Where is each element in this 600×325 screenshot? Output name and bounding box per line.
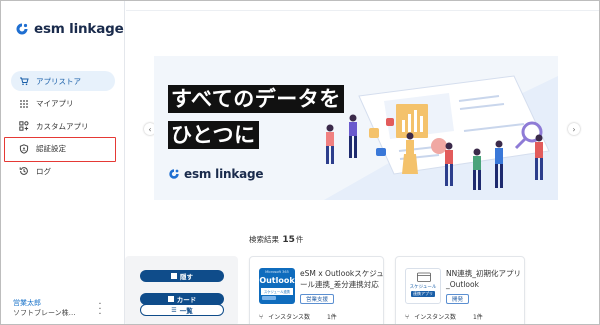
app-card-title: NN連携_初期化アプリ _Outlook	[446, 268, 536, 290]
hide-filter-button[interactable]: 隠す	[140, 270, 224, 282]
list-view-icon: ☰	[171, 306, 177, 314]
sidebar-nav: アプリストア マイアプリ カスタムアプリ 認証設定 ログ	[11, 71, 115, 184]
card-view-icon	[167, 296, 174, 302]
result-count-value: 15	[282, 235, 295, 245]
grid-icon	[19, 99, 29, 109]
instance-count: ⑂ インスタンス数 1件	[405, 312, 483, 322]
sidebar-item-logs[interactable]: ログ	[11, 161, 115, 181]
sidebar-item-my-apps[interactable]: マイアプリ	[11, 94, 115, 114]
app-card-title-line1: NN連携_初期化アプリ	[446, 269, 521, 278]
instance-count-label: インスタンス数	[268, 314, 310, 321]
schedule-app-icon	[417, 272, 431, 282]
thumb-subtitle: スケジュール連携	[261, 288, 293, 295]
user-org: ソフトブレーン株…	[13, 309, 76, 317]
app-card-title-line2: _Outlook	[446, 280, 479, 289]
category-tag: 開発	[446, 294, 470, 304]
app-card-title-line1: eSM x Outlookスケジュ	[300, 269, 384, 278]
banner-logo: esm linkage	[168, 167, 264, 181]
app-thumbnail: Microsoft 365 Outlook スケジュール連携	[259, 268, 295, 304]
promo-banner[interactable]: すべてのデータを ひとつに esm linkage	[154, 56, 558, 200]
custom-apps-icon	[19, 121, 29, 131]
shield-icon	[19, 143, 29, 154]
cart-icon	[19, 76, 29, 86]
logo-mark-icon	[169, 169, 179, 179]
sidebar: esm linkage アプリストア マイアプリ カスタムアプリ 認証設定 ログ…	[1, 1, 125, 324]
instance-icon: ⑂	[405, 312, 410, 321]
app-logo[interactable]: esm linkage	[15, 21, 124, 37]
sidebar-item-auth-settings[interactable]: 認証設定	[11, 139, 115, 159]
instance-count-value: 1件	[472, 314, 483, 321]
chevron-left-icon: ‹	[148, 124, 152, 134]
user-name: 営業太郎	[13, 299, 41, 307]
category-tag: 営業支援	[300, 294, 335, 304]
result-count: 検索結果 15件	[249, 234, 303, 245]
more-options-icon[interactable]: · · ·	[97, 300, 103, 320]
hide-filter-label: 隠す	[180, 273, 193, 281]
instance-icon: ⑂	[259, 312, 264, 321]
sidebar-item-app-store[interactable]: アプリストア	[11, 71, 115, 91]
app-card[interactable]: スケジュール 連携アプリ NN連携_初期化アプリ _Outlook 開発 ⑂ イ…	[395, 256, 525, 324]
result-count-suffix: 件	[295, 235, 304, 244]
banner-headline-line2: ひとつに	[168, 121, 259, 149]
hide-icon	[171, 273, 177, 279]
thumb-subtitle: 連携アプリ	[411, 291, 435, 297]
app-card-title: eSM x Outlookスケジュ ール連携_差分連携対応	[300, 268, 390, 290]
banner-logo-text: esm linkage	[184, 167, 264, 181]
app-name: esm linkage	[34, 21, 124, 37]
sidebar-item-label: マイアプリ	[36, 99, 74, 108]
carousel-next-button[interactable]: ›	[568, 123, 580, 135]
user-info[interactable]: 営業太郎 ソフトブレーン株…	[13, 298, 76, 318]
instance-count-label: インスタンス数	[414, 314, 456, 321]
sidebar-item-label: カスタムアプリ	[36, 121, 89, 131]
app-card-title-line2: ール連携_差分連携対応	[300, 280, 379, 289]
thumb-title: スケジュール	[409, 285, 437, 290]
list-view-label: 一覧	[179, 307, 193, 315]
history-icon	[19, 166, 29, 176]
filter-panel: 隠す カード ☰ 一覧	[125, 256, 238, 324]
sidebar-item-label: ログ	[36, 166, 51, 176]
list-view-button[interactable]: ☰ 一覧	[140, 304, 224, 316]
instance-count-value: 1件	[326, 314, 337, 321]
banner-headline-line1: すべてのデータを	[168, 85, 344, 113]
result-count-prefix: 検索結果	[249, 235, 279, 244]
app-thumbnail: スケジュール 連携アプリ	[405, 268, 441, 304]
top-header	[126, 1, 599, 11]
instance-count: ⑂ インスタンス数 1件	[259, 312, 337, 322]
app-window: esm linkage アプリストア マイアプリ カスタムアプリ 認証設定 ログ…	[0, 0, 600, 325]
logo-mark-icon	[16, 23, 28, 35]
card-view-label: カード	[176, 296, 197, 304]
sidebar-item-label: 認証設定	[36, 144, 66, 153]
thumb-title: Outlook	[259, 276, 295, 285]
chevron-right-icon: ›	[572, 124, 576, 134]
sidebar-item-custom-apps[interactable]: カスタムアプリ	[11, 116, 115, 136]
sidebar-item-label: アプリストア	[36, 76, 81, 86]
app-card[interactable]: Microsoft 365 Outlook スケジュール連携 eSM x Out…	[249, 256, 384, 324]
